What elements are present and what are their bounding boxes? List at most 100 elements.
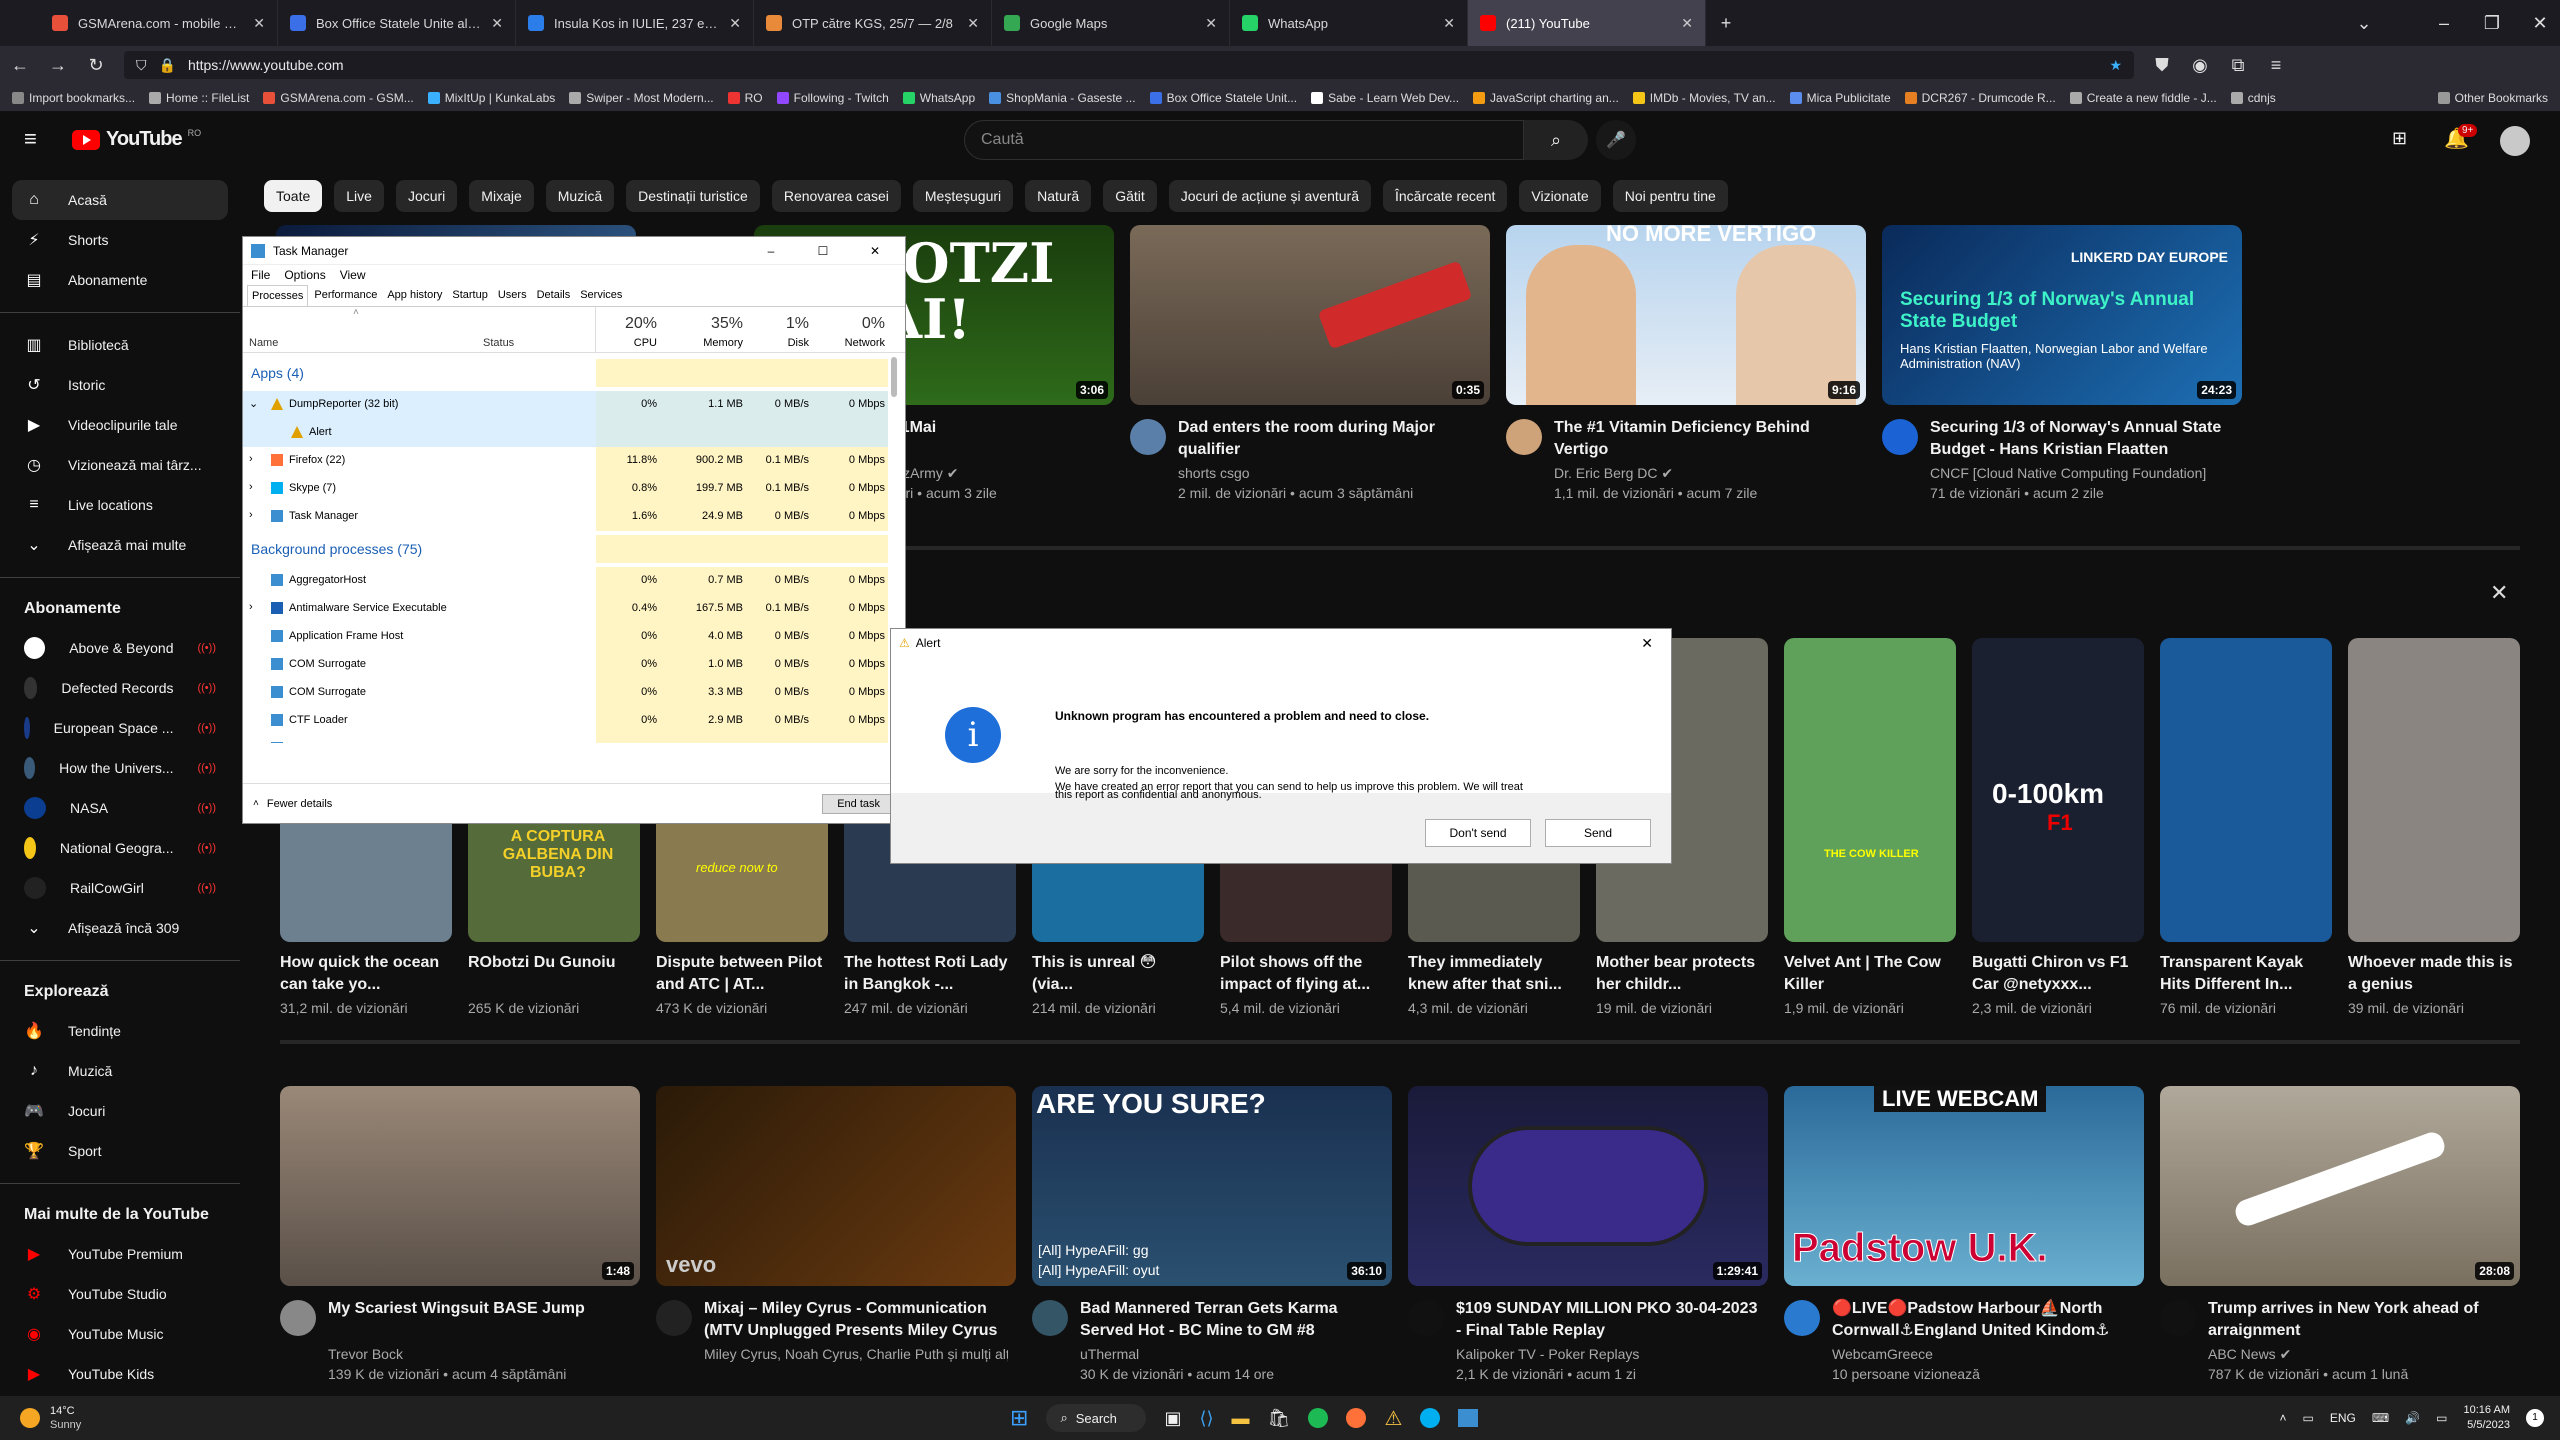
- chevron-right-icon[interactable]: ›: [249, 509, 253, 521]
- browser-tab[interactable]: GSMArena.com - mobile phone ✕: [40, 0, 278, 46]
- filter-chip[interactable]: Destinații turistice: [626, 180, 760, 212]
- sidebar-item[interactable]: ▤ Abonamente: [0, 260, 240, 300]
- show-more-subscriptions[interactable]: ⌄ Afișează încă 309: [0, 908, 240, 948]
- sidebar-item[interactable]: Defected Records ((•)): [0, 668, 240, 708]
- bookmark-star-icon[interactable]: ★: [2109, 57, 2122, 74]
- channel-name[interactable]: Kalipoker TV - Poker Replays: [1456, 1344, 1760, 1364]
- short-thumbnail[interactable]: [2160, 638, 2332, 942]
- process-row[interactable]: Application Frame Host 0% 4.0 MB 0 MB/s 0 Mb…: [243, 623, 888, 651]
- video-thumbnail[interactable]: LINKERD DAY EUROPE Securing 1/3 of Norway…: [1882, 225, 2242, 405]
- menu-item[interactable]: File: [251, 268, 270, 282]
- channel-name[interactable]: WebcamGreece: [1832, 1344, 2136, 1364]
- close-tab-icon[interactable]: ✕: [1205, 15, 1217, 32]
- sidebar-item[interactable]: ⌄ Afișează mai multe: [0, 525, 240, 565]
- close-shelf-icon[interactable]: ✕: [2490, 580, 2508, 606]
- close-tab-icon[interactable]: ✕: [491, 15, 503, 32]
- short-card[interactable]: 0-100km F1 Bugatti Chiron vs F1 Car @netyx…: [1972, 638, 2144, 1016]
- close-tab-icon[interactable]: ✕: [1443, 15, 1455, 32]
- tab-processes[interactable]: Processes: [247, 285, 309, 306]
- bookmark-item[interactable]: Following - Twitch: [776, 91, 889, 105]
- search-button[interactable]: ⌕: [1524, 120, 1588, 160]
- channel-name[interactable]: Trevor Bock: [328, 1344, 632, 1364]
- column-memory[interactable]: Memory: [663, 337, 743, 349]
- short-title[interactable]: Whoever made this is a genius: [2348, 952, 2516, 996]
- tab-performance[interactable]: Performance: [310, 285, 381, 306]
- short-title[interactable]: Dispute between Pilot and ATC | AT...: [656, 952, 824, 996]
- short-title[interactable]: They immediately knew after that sni...: [1408, 952, 1576, 996]
- channel-name[interactable]: Miley Cyrus, Noah Cyrus, Charlie Puth și…: [704, 1344, 1008, 1364]
- short-title[interactable]: Transparent Kayak Hits Different In...: [2160, 952, 2328, 996]
- short-card[interactable]: Whoever made this is a genius 39 mil. de …: [2348, 638, 2520, 1016]
- clock[interactable]: 10:16 AM 5/5/2023: [2464, 1403, 2510, 1433]
- speaker-icon[interactable]: 🔊: [2405, 1411, 2420, 1425]
- channel-avatar[interactable]: [1408, 1300, 1444, 1336]
- browser-tab[interactable]: Box Office Statele Unite ale Am ✕: [278, 0, 516, 46]
- spotify-icon[interactable]: [1308, 1408, 1329, 1428]
- channel-avatar[interactable]: [280, 1300, 316, 1336]
- sidebar-item[interactable]: European Space ... ((•)): [0, 708, 240, 748]
- task-manager-icon[interactable]: [1458, 1409, 1479, 1427]
- channel-avatar[interactable]: [1882, 419, 1918, 455]
- video-thumbnail[interactable]: LIVE WEBCAM Padstow U.K.: [1784, 1086, 2144, 1286]
- process-row[interactable]: › Firefox (22) 11.8% 900.2 MB 0.1 MB/s 0 Mbps: [243, 447, 888, 475]
- process-row[interactable]: › Skype (7) 0.8% 199.7 MB 0.1 MB/s 0 Mbps: [243, 475, 888, 503]
- video-card[interactable]: 1:29:41 $109 SUNDAY MILLION PKO 30-04-202…: [1408, 1086, 1768, 1382]
- language-indicator[interactable]: ENG: [2330, 1411, 2356, 1425]
- sidebar-item[interactable]: ≡ Live locations: [0, 485, 240, 525]
- back-icon[interactable]: ←: [10, 55, 30, 76]
- sidebar-item[interactable]: ▥ Bibliotecă: [0, 325, 240, 365]
- process-row[interactable]: › Antimalware Service Executable 0.4% 167.5…: [243, 595, 888, 623]
- tray-chevron-icon[interactable]: ˄: [2280, 1411, 2287, 1425]
- bookmark-item[interactable]: cdnjs: [2230, 91, 2276, 105]
- extensions-icon[interactable]: ⧉: [2228, 55, 2248, 76]
- video-title[interactable]: $109 SUNDAY MILLION PKO 30-04-2023 - Fin…: [1456, 1298, 1760, 1342]
- short-thumbnail[interactable]: THE COW KILLER: [1784, 638, 1956, 942]
- process-row[interactable]: ⌄ DumpReporter (32 bit) 0% 1.1 MB 0 MB/s 0 Mb…: [243, 391, 888, 419]
- new-tab-button[interactable]: +: [1716, 13, 1736, 34]
- filter-chip[interactable]: Jocuri: [395, 180, 458, 212]
- bookmark-item[interactable]: IMDb - Movies, TV an...: [1632, 91, 1776, 105]
- sidebar-item[interactable]: ◷ Vizionează mai târz...: [0, 445, 240, 485]
- filter-chip[interactable]: Gătit: [1103, 180, 1157, 212]
- browser-tab[interactable]: OTP către KGS, 25/7 — 2/8 ✕: [754, 0, 992, 46]
- video-thumbnail[interactable]: ARE YOU SURE? [All] HypeAFill: gg [All] Hy…: [1032, 1086, 1392, 1286]
- browser-tab[interactable]: WhatsApp ✕: [1230, 0, 1468, 46]
- channel-name[interactable]: Dr. Eric Berg DC ✔: [1554, 463, 1858, 483]
- end-task-button[interactable]: End task: [822, 793, 895, 814]
- address-bar[interactable]: ⛉ 🔒 https://www.youtube.com ★: [124, 51, 2134, 79]
- video-thumbnail[interactable]: vevo: [656, 1086, 1016, 1286]
- channel-name[interactable]: ABC News ✔: [2208, 1344, 2512, 1364]
- browser-tab[interactable]: (211) YouTube ✕: [1468, 0, 1706, 46]
- bookmark-item[interactable]: JavaScript charting an...: [1473, 91, 1619, 105]
- short-title[interactable]: Velvet Ant | The Cow Killer: [1784, 952, 1952, 996]
- close-tab-icon[interactable]: ✕: [253, 15, 265, 32]
- notification-center-icon[interactable]: 1: [2526, 1409, 2544, 1427]
- scrollbar[interactable]: [891, 357, 897, 397]
- sidebar-item[interactable]: 🏆 Sport: [0, 1131, 240, 1171]
- hamburger-menu-icon[interactable]: ≡: [24, 126, 37, 152]
- weather-widget[interactable]: 14°C Sunny: [0, 1404, 300, 1432]
- video-thumbnail[interactable]: NO MORE VERTIGO 9:16: [1506, 225, 1866, 405]
- filter-chip[interactable]: Natură: [1025, 180, 1092, 212]
- process-row[interactable]: AggregatorHost 0% 0.7 MB 0 MB/s 0 Mbps: [243, 567, 888, 595]
- bookmark-item[interactable]: RO: [727, 91, 763, 105]
- close-button[interactable]: ✕: [853, 244, 897, 258]
- search-box[interactable]: Caută: [964, 120, 1524, 160]
- process-row[interactable]: › Task Manager 1.6% 24.9 MB 0 MB/s 0 Mbps: [243, 503, 888, 531]
- bookmark-item[interactable]: ShopMania - Gaseste ...: [989, 91, 1136, 105]
- short-card[interactable]: THE COW KILLER Velvet Ant | The Cow Kille…: [1784, 638, 1956, 1016]
- tab-users[interactable]: Users: [494, 285, 531, 306]
- taskbar-search[interactable]: ⌕ Search: [1046, 1404, 1147, 1432]
- video-card[interactable]: 0:35 Dad enters the room during Major qua…: [1130, 225, 1490, 501]
- video-thumbnail[interactable]: 0:35: [1130, 225, 1490, 405]
- file-explorer-icon[interactable]: ▬: [1232, 1408, 1250, 1429]
- task-view-icon[interactable]: ▣: [1164, 1408, 1181, 1429]
- video-card[interactable]: LINKERD DAY EUROPE Securing 1/3 of Norway…: [1882, 225, 2242, 501]
- channel-name[interactable]: shorts csgo: [1178, 463, 1482, 483]
- video-title[interactable]: Mixaj – Miley Cyrus - Communication (MTV…: [704, 1298, 1008, 1342]
- bookmark-item[interactable]: Create a new fiddle - J...: [2069, 91, 2217, 105]
- sidebar-item[interactable]: NASA ((•)): [0, 788, 240, 828]
- channel-avatar[interactable]: [1032, 1300, 1068, 1336]
- short-title[interactable]: Bugatti Chiron vs F1 Car @netyxxx...: [1972, 952, 2140, 996]
- sidebar-item[interactable]: ↺ Istoric: [0, 365, 240, 405]
